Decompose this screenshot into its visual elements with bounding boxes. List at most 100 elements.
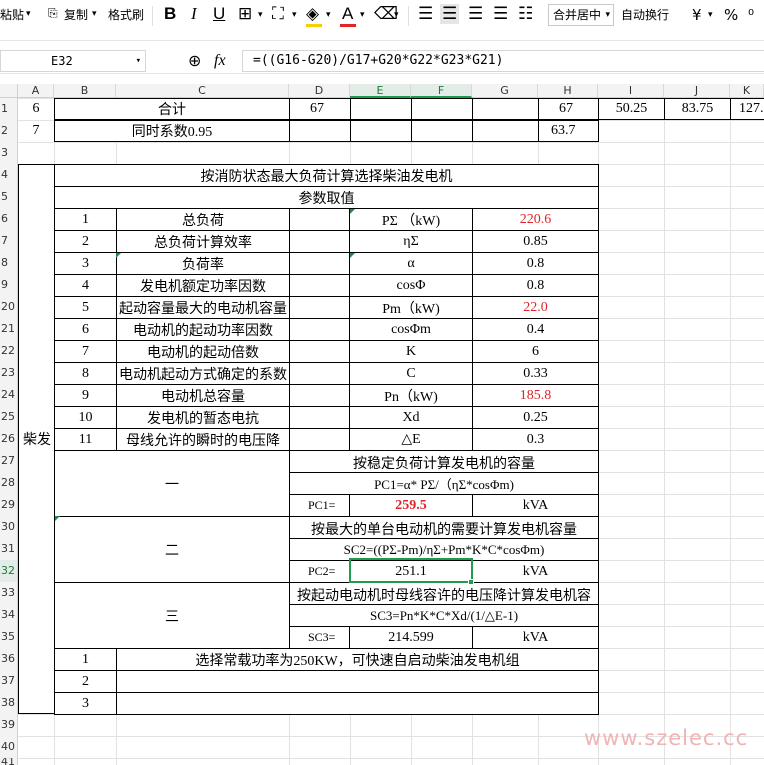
param-no-cell[interactable]: 9 [54, 384, 117, 407]
row-header[interactable]: 2 [0, 120, 18, 142]
row-header[interactable]: 38 [0, 692, 18, 714]
param-value-cell[interactable]: 22.0 [472, 296, 599, 319]
side-label-cell[interactable]: 柴发 [18, 164, 55, 714]
cell-style-dropdown-icon[interactable]: ▾ [292, 10, 297, 20]
copy-dropdown-icon[interactable]: ▾ [92, 9, 97, 19]
param-name-cell[interactable]: 发电机的暂态电抗 [116, 406, 290, 429]
param-value-cell[interactable]: 185.8 [472, 384, 599, 407]
align-center-icon[interactable]: ☰ [440, 4, 460, 24]
row-header[interactable]: 37 [0, 670, 18, 692]
paste-button[interactable]: 粘贴 [0, 6, 24, 23]
row-header[interactable]: 22 [0, 340, 18, 362]
column-header-g[interactable]: G [472, 84, 538, 98]
row-header[interactable]: 33 [0, 582, 18, 604]
cell-a12[interactable]: 7 [18, 120, 54, 142]
param-name-cell[interactable]: 起动容量最大的电动机容量 [116, 296, 290, 319]
borders-dropdown-icon[interactable]: ▾ [258, 10, 263, 20]
param-blank-cell[interactable] [289, 384, 350, 407]
select-all-corner[interactable] [0, 84, 18, 98]
param-symbol-cell[interactable]: cosΦ [349, 274, 473, 297]
row-header[interactable]: 30 [0, 516, 18, 538]
param-value-cell[interactable]: 0.33 [472, 362, 599, 385]
justify-icon[interactable]: ☰ [493, 4, 508, 24]
fill-handle[interactable] [468, 579, 474, 585]
method-label-cell[interactable]: 一 [54, 450, 290, 517]
cell-k11[interactable]: 127. [730, 98, 764, 120]
percent-button[interactable]: % [724, 6, 738, 24]
cell-total-label[interactable]: 合计 [54, 98, 290, 120]
cell-e12[interactable] [350, 120, 412, 142]
row-header[interactable]: 41 [0, 758, 18, 765]
method-result-label[interactable]: SC3= [289, 626, 350, 649]
row-header[interactable]: 31 [0, 538, 18, 560]
param-value-cell[interactable]: 0.8 [472, 252, 599, 275]
method-label-cell[interactable]: 二 [54, 516, 290, 583]
column-header-f[interactable]: F [411, 84, 472, 98]
column-header-h[interactable]: H [538, 84, 598, 98]
method-result-label[interactable]: PC1= [289, 494, 350, 517]
fill-color-dropdown-icon[interactable]: ▾ [326, 10, 331, 20]
param-name-cell[interactable]: 电动机的起动倍数 [116, 340, 290, 363]
row-header[interactable]: 5 [0, 186, 18, 208]
column-header-i[interactable]: I [598, 84, 664, 98]
active-cell-selection[interactable] [349, 558, 473, 583]
name-box-dropdown-icon[interactable]: ▾ [136, 51, 141, 71]
method-formula[interactable]: SC3=Pn*K*C*Xd/(1/△E-1) [289, 604, 599, 627]
cell-f12[interactable] [411, 120, 473, 142]
italic-button[interactable]: I [191, 4, 197, 24]
column-header-d[interactable]: D [289, 84, 350, 98]
cell-i11[interactable]: 50.25 [598, 98, 665, 120]
cell-d11[interactable]: 67 [289, 98, 351, 120]
zoom-search-icon[interactable]: ⊕ [188, 51, 201, 70]
row-header[interactable]: 7 [0, 230, 18, 252]
param-name-cell[interactable]: 负荷率 [116, 252, 290, 275]
column-header-k[interactable]: K [730, 84, 764, 98]
param-value-cell[interactable]: 0.4 [472, 318, 599, 341]
method-result-label[interactable]: PC2= [289, 560, 350, 583]
method-unit[interactable]: kVA [472, 626, 599, 649]
param-symbol-cell[interactable]: cosΦm [349, 318, 473, 341]
param-no-cell[interactable]: 2 [54, 230, 117, 253]
borders-icon[interactable]: ⊞ [238, 4, 252, 24]
row-header[interactable]: 28 [0, 472, 18, 494]
param-name-cell[interactable]: 总负荷计算效率 [116, 230, 290, 253]
table-title[interactable]: 按消防状态最大负荷计算选择柴油发电机 [54, 164, 599, 187]
param-no-cell[interactable]: 3 [54, 252, 117, 275]
param-blank-cell[interactable] [289, 428, 350, 451]
method-result-value[interactable]: 214.599 [349, 626, 473, 649]
param-blank-cell[interactable] [289, 274, 350, 297]
row-header[interactable]: 26 [0, 428, 18, 450]
param-no-cell[interactable]: 8 [54, 362, 117, 385]
param-blank-cell[interactable] [289, 208, 350, 231]
row-header[interactable]: 34 [0, 604, 18, 626]
param-value-cell[interactable]: 0.85 [472, 230, 599, 253]
method-unit[interactable]: kVA [472, 494, 599, 517]
cell-coefficient-label[interactable]: 同时系数0.95 [54, 120, 290, 142]
row-header[interactable]: 29 [0, 494, 18, 516]
cell-h12[interactable]: 63.7 [538, 120, 599, 142]
conclusion-no-cell[interactable]: 1 [54, 648, 117, 671]
param-name-cell[interactable]: 发电机额定功率因数 [116, 274, 290, 297]
param-no-cell[interactable]: 4 [54, 274, 117, 297]
param-name-cell[interactable]: 母线允许的瞬时的电压降 [116, 428, 290, 451]
font-color-dropdown-icon[interactable]: ▾ [360, 10, 365, 20]
wrap-text-button[interactable]: 自动换行 [621, 6, 669, 23]
conclusion-text-cell[interactable]: 选择常载功率为250KW，可快速自启动柴油发电机组 [116, 648, 599, 671]
method-description[interactable]: 按起动电动机时母线容许的电压降计算发电机容 [289, 582, 599, 605]
copy-button[interactable]: 复制 [64, 6, 88, 23]
row-header[interactable]: 6 [0, 208, 18, 230]
cell-f11[interactable] [411, 98, 473, 120]
conclusion-no-cell[interactable]: 2 [54, 670, 117, 693]
param-name-cell[interactable]: 总负荷 [116, 208, 290, 231]
table-subtitle[interactable]: 参数取值 [54, 186, 599, 209]
cell-h11[interactable]: 67 [538, 98, 599, 120]
param-blank-cell[interactable] [289, 340, 350, 363]
paste-dropdown-icon[interactable]: ▾ [26, 9, 31, 19]
param-symbol-cell[interactable]: ηΣ [349, 230, 473, 253]
copy-icon[interactable]: ⎘ [48, 6, 58, 21]
param-symbol-cell[interactable]: △E [349, 428, 473, 451]
method-label-cell[interactable]: 三 [54, 582, 290, 649]
method-description[interactable]: 按最大的单台电动机的需要计算发电机容量 [289, 516, 599, 539]
comma-style-icon[interactable]: ⁰ [748, 6, 754, 24]
row-header[interactable]: 27 [0, 450, 18, 472]
